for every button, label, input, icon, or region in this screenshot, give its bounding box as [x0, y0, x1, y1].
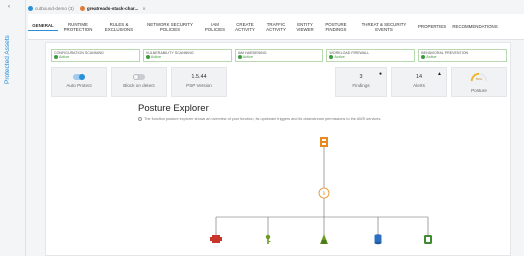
- tab-iam-policies[interactable]: IAM POLICIES: [200, 22, 230, 32]
- collapse-chevron-icon[interactable]: ‹: [8, 4, 10, 10]
- status-state: Active: [150, 55, 162, 59]
- auto-protect-toggle[interactable]: [73, 74, 85, 80]
- breadcrumb-label: cutbound-demo (3): [35, 5, 74, 11]
- breadcrumb-label: greatreads-stack-char...: [86, 5, 139, 11]
- check-icon: [237, 55, 242, 59]
- tab-runtime-protection[interactable]: RUNTIME PROTECTION: [58, 22, 98, 32]
- lambda-dot-icon: [79, 5, 85, 11]
- status-behavioral-prevention[interactable]: BEHAVIORAL PREVENTION Active: [418, 49, 507, 62]
- check-icon: [421, 55, 426, 59]
- tab-properties[interactable]: PROPERTIES: [414, 24, 448, 29]
- toggle-knob: [79, 74, 85, 80]
- alerts-card[interactable]: ▲ 14 Alerts: [391, 67, 447, 97]
- tab-recommendations[interactable]: RECOMMENDATIONS: [448, 24, 502, 29]
- tab-threat-security-events[interactable]: THREAT & SECURITY EVENTS: [354, 22, 414, 32]
- check-icon: [54, 55, 58, 59]
- left-rail: ‹ Protected Assets: [0, 0, 26, 256]
- posture-gauge: 50%: [470, 72, 488, 82]
- app-window: ‹ Protected Assets cutbound-demo (3) gre…: [0, 0, 524, 256]
- protection-status-strip: CONFIGURATION SCANNING Active VULNERABIL…: [51, 49, 507, 62]
- rail-label-protected-assets[interactable]: Protected Assets: [4, 30, 22, 90]
- block-on-detect-label: Block on detect: [123, 83, 155, 88]
- psp-version-card: 1.5.44 PSP Version: [171, 67, 227, 97]
- svg-text:λ: λ: [323, 191, 326, 197]
- tab-create-activity[interactable]: CREATE ACTIVITY: [230, 22, 260, 32]
- close-icon[interactable]: ✕: [142, 6, 145, 11]
- auto-protect-card: Auto Protect: [51, 67, 107, 97]
- tab-general[interactable]: GENERAL: [28, 23, 58, 31]
- status-workload-firewall[interactable]: WORKLOAD FIREWALL Active: [326, 49, 416, 62]
- psp-version-value: 1.5.44: [191, 74, 207, 80]
- posture-explorer: Posture Explorer The function posture ex…: [138, 103, 468, 256]
- breadcrumb-item-function[interactable]: greatreads-stack-char... ✕: [79, 5, 146, 11]
- posture-tree: λ: [210, 137, 432, 245]
- toggle-knob: [133, 74, 139, 80]
- status-configuration-scanning[interactable]: CONFIGURATION SCANNING Active: [51, 49, 140, 62]
- findings-card[interactable]: ● 3 Findings: [335, 67, 387, 97]
- auto-protect-label: Auto Protect: [66, 83, 92, 88]
- breadcrumb-item-account[interactable]: cutbound-demo (3): [28, 5, 74, 11]
- service-green-icon[interactable]: [320, 234, 328, 244]
- tab-bar: GENERAL RUNTIME PROTECTION RULES & EXCLU…: [28, 14, 524, 40]
- findings-label: Findings: [352, 83, 370, 88]
- tab-posture-findings[interactable]: POSTURE FINDINGS: [318, 22, 354, 32]
- status-state: Active: [59, 55, 70, 59]
- block-on-detect-card: Block on detect: [111, 67, 167, 97]
- alerts-label: Alerts: [413, 83, 425, 88]
- database-icon[interactable]: [374, 234, 382, 245]
- iam-key-icon[interactable]: [265, 234, 271, 244]
- tab-entity-viewer[interactable]: ENTITY VIEWER: [292, 22, 318, 32]
- check-icon: [329, 55, 334, 59]
- posture-label: Posture: [471, 88, 487, 93]
- psp-version-label: PSP Version: [186, 83, 212, 88]
- tab-network-security-policies[interactable]: NETWORK SECURITY POLICIES: [140, 22, 200, 32]
- block-on-detect-toggle[interactable]: [133, 74, 145, 80]
- tab-rules-exclusions[interactable]: RULES & EXCLUSIONS: [98, 22, 140, 32]
- status-state: Active: [334, 55, 345, 59]
- general-panel: CONFIGURATION SCANNING Active VULNERABIL…: [45, 42, 511, 256]
- tab-traffic-activity[interactable]: TRAFFIC ACTIVITY: [260, 22, 292, 32]
- status-iam-hardening[interactable]: IAM HARDENING Active: [234, 49, 324, 62]
- status-vulnerability-scanning[interactable]: VULNERABILITY SCANNING Active: [142, 49, 232, 62]
- status-state: Active: [242, 55, 253, 59]
- status-state: Active: [426, 55, 437, 59]
- service-dark-green-icon[interactable]: [424, 235, 432, 244]
- posture-card[interactable]: 50% Posture: [451, 67, 507, 97]
- api-gateway-icon[interactable]: [320, 137, 328, 147]
- summary-cards: Auto Protect Block on detect 1.5.44 PSP …: [51, 67, 507, 97]
- bell-icon: ●: [378, 71, 382, 77]
- warning-icon: ▲: [437, 71, 442, 77]
- posture-value: 50%: [476, 77, 482, 81]
- check-icon: [145, 55, 150, 59]
- breadcrumb: cutbound-demo (3) greatreads-stack-char.…: [28, 3, 152, 13]
- lambda-function-icon[interactable]: λ: [318, 187, 330, 199]
- account-dot-icon: [28, 5, 33, 11]
- service-red-icon[interactable]: [210, 235, 222, 243]
